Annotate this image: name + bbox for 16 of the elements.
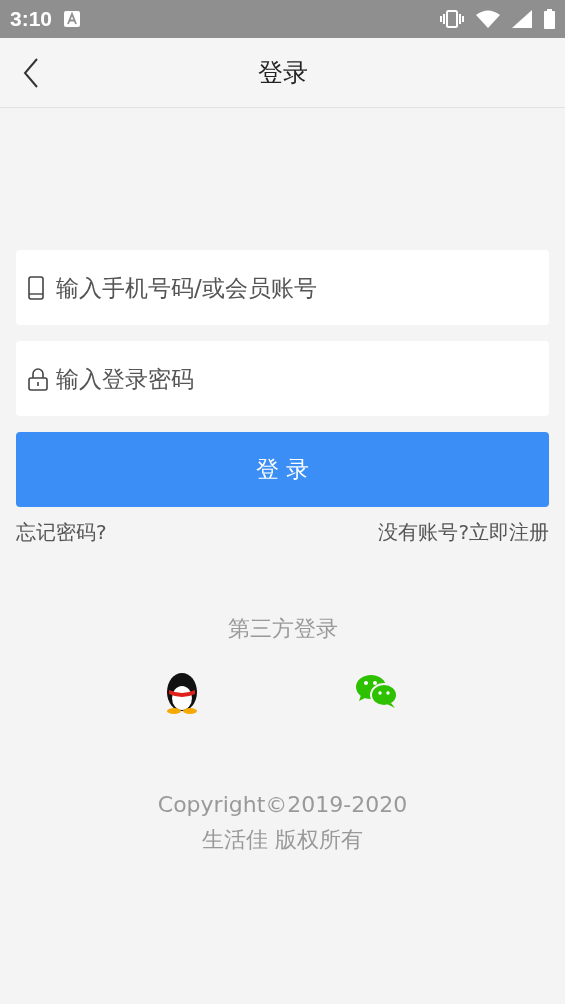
vibrate-icon: [440, 10, 464, 28]
third-party-login-title: 第三方登录: [227, 616, 338, 641]
forgot-password-link[interactable]: 忘记密码?: [16, 519, 107, 546]
copyright-text: 生活佳 版权所有: [202, 826, 363, 854]
wifi-icon: [476, 10, 500, 28]
battery-icon: [544, 9, 555, 29]
copyright-text: Copyright©2019-2020: [157, 792, 408, 817]
status-time: 3:10: [10, 7, 53, 31]
lock-icon: [28, 367, 48, 391]
password-field[interactable]: 输入登录密码: [16, 341, 549, 416]
notification-icon: [64, 11, 81, 27]
account-field[interactable]: 输入手机号码/或会员账号: [16, 250, 549, 325]
phone-icon: [28, 276, 44, 300]
signal-icon: [512, 10, 532, 28]
register-link[interactable]: 没有账号?立即注册: [378, 519, 549, 546]
page-title: 登录: [257, 57, 308, 89]
